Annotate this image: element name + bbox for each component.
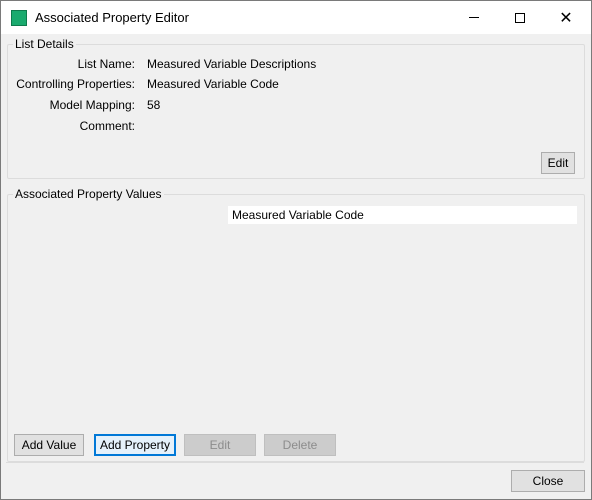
controlling-properties-value: Measured Variable Code xyxy=(147,77,279,91)
model-mapping-value: 58 xyxy=(147,98,161,112)
model-mapping-label: Model Mapping: xyxy=(49,98,135,112)
comment-label: Comment: xyxy=(79,119,135,133)
delete-button[interactable]: Delete xyxy=(264,434,336,456)
app-icon xyxy=(11,10,27,26)
close-button[interactable]: Close xyxy=(511,470,585,492)
title-bar: Associated Property Editor ✕ xyxy=(1,1,591,34)
controlling-properties-label: Controlling Properties: xyxy=(16,77,135,91)
list-name-label: List Name: xyxy=(77,57,135,71)
minimize-icon xyxy=(469,17,479,18)
maximize-icon xyxy=(515,12,525,23)
column-header-measured-variable-code[interactable]: Measured Variable Code xyxy=(228,206,577,224)
edit-details-button[interactable]: Edit xyxy=(541,152,575,174)
associated-property-editor-window: Associated Property Editor ✕ List Detail… xyxy=(0,0,592,500)
close-icon: ✕ xyxy=(559,9,573,27)
edit-value-button[interactable]: Edit xyxy=(184,434,256,456)
close-window-button[interactable]: ✕ xyxy=(543,1,589,34)
associated-property-values-group: Associated Property Values xyxy=(7,187,585,462)
associated-property-values-label: Associated Property Values xyxy=(13,187,164,201)
add-property-button[interactable]: Add Property xyxy=(94,434,176,456)
bottom-separator xyxy=(6,462,584,463)
maximize-button[interactable] xyxy=(497,1,543,34)
window-title: Associated Property Editor xyxy=(35,10,189,25)
list-name-value: Measured Variable Descriptions xyxy=(147,57,317,71)
add-value-button[interactable]: Add Value xyxy=(14,434,84,456)
list-details-label: List Details xyxy=(13,37,76,51)
list-details-group: List Details List Name: Measured Variabl… xyxy=(7,37,585,179)
minimize-button[interactable] xyxy=(451,1,497,34)
